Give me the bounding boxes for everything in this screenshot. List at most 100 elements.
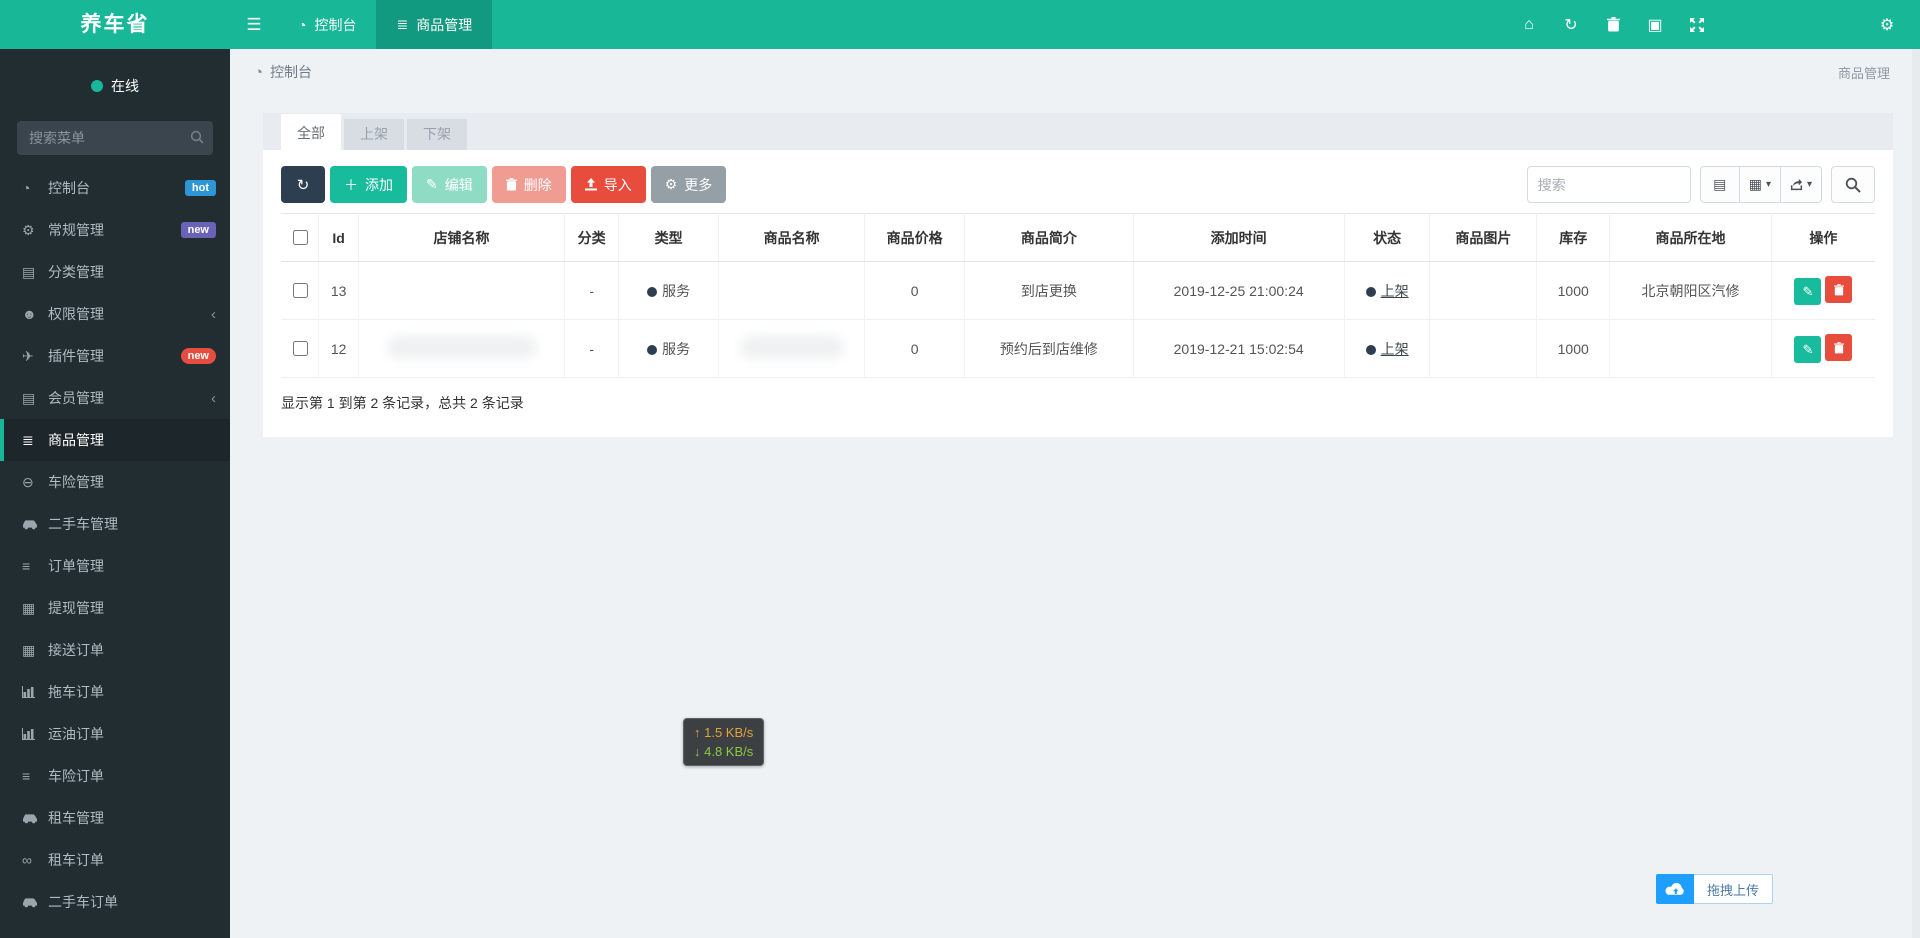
fullscreen-icon[interactable] [1676,0,1718,49]
search-button[interactable] [1831,166,1875,203]
vertical-scrollbar[interactable] [1912,49,1920,938]
table-search-input[interactable] [1526,166,1691,203]
database-icon: ≣ [396,16,409,32]
status-editable-link[interactable]: 上架 [1381,341,1409,357]
cell-id: 12 [318,319,359,378]
status-editable-link[interactable]: 上架 [1381,283,1409,299]
page-title: 商品管理 [1837,65,1890,81]
table-header-row: Id 店铺名称 分类 类型 商品名称 商品价格 商品简介 添加时间 状态 商品图… [281,213,1875,262]
sidebar-search-input[interactable] [17,121,213,155]
sidebar-item-withdraw[interactable]: ▦ 提现管理 [0,587,230,629]
sidebar-item-permission[interactable]: ☻ 权限管理 ‹ [0,293,230,335]
arrow-down-icon: ↓ [694,744,701,759]
sidebar-item-rent-order[interactable]: ∞ 租车订单 [0,839,230,881]
refresh-button[interactable]: ↻ [281,166,325,203]
edit-button[interactable]: ✎ 编辑 [412,166,487,203]
hamburger-menu-icon[interactable]: ☰ [230,0,278,49]
col-name: 商品名称 [718,213,865,262]
online-label: 在线 [111,78,139,94]
sidebar-item-dashboard[interactable]: ◔ 控制台 hot [0,167,230,209]
sidebar-item-pickup-order[interactable]: ▦ 接送订单 [0,629,230,671]
panel-body: ↻ ＋添加 ✎编辑 删除 导入 ⚙更多 ▤ ▦▾ [263,150,1893,437]
sidebar-item-insurance-order[interactable]: ≡ 车险订单 [0,755,230,797]
new-badge: new [180,348,216,364]
detail-view-button[interactable]: ▤ [1699,166,1740,203]
nav-tab-goods[interactable]: ≣ 商品管理 [376,0,493,49]
view-button-group: ▤ ▦ ▾ ▾ [1699,166,1822,203]
col-status: 状态 [1343,213,1430,262]
cell-intro: 预约后到店维修 [964,319,1134,378]
add-button[interactable]: ＋添加 [330,166,407,203]
toolbar: ↻ ＋添加 ✎编辑 删除 导入 ⚙更多 ▤ ▦▾ [281,166,1875,203]
cell-price: 0 [864,261,965,320]
sidebar-search [17,121,213,155]
cell-stock: 1000 [1536,261,1610,320]
sidebar-item-rent-car[interactable]: 租车管理 [0,797,230,839]
list-lines-icon: ≡ [22,558,31,574]
tachometer-icon: ◔ [254,63,264,81]
cell-actions: ✎ [1770,319,1875,378]
redacted-blur [386,335,537,359]
row-delete-button[interactable] [1825,276,1853,303]
tab-off-shelf[interactable]: 下架 [407,119,467,150]
refresh-icon[interactable]: ↻ [1550,0,1592,49]
redacted-blur [739,335,844,359]
sidebar-item-plugin[interactable]: ✈ 插件管理 new [0,335,230,377]
sidebar-item-general[interactable]: ⚙ 常规管理 new [0,209,230,251]
settings-gear-icon[interactable]: ⚙ [1866,0,1908,49]
col-actions: 操作 [1770,213,1875,262]
drag-upload-button[interactable]: 拖拽上传 [1656,874,1774,904]
sidebar: 养车省 在线 ◔ 控制台 hot ⚙ 常规管理 new ▤ 分类管理 ☻ 权限管… [0,0,230,938]
col-category: 分类 [564,213,619,262]
sidebar-item-member[interactable]: ▤ 会员管理 ‹ [0,377,230,419]
sidebar-item-used-car[interactable]: 二手车管理 [0,503,230,545]
row-checkbox[interactable] [292,283,308,298]
sidebar-item-tow-order[interactable]: 拖车订单 [0,671,230,713]
main-content: ◔ 控制台 商品管理 全部 上架 下架 ↻ ＋添加 ✎ 编辑 删除 导入 ⚙ 更… [230,0,1920,437]
tab-all[interactable]: 全部 [281,114,341,150]
export-dropdown-button[interactable]: ▾ [1779,166,1822,203]
row-delete-button[interactable] [1825,334,1853,361]
sidebar-item-category[interactable]: ▤ 分类管理 [0,251,230,293]
top-navbar: ☰ ◔ 控制台 ≣ 商品管理 ⌂ ↻ ▣ ⚙ [230,0,1920,49]
chevron-left-icon: ‹ [211,389,216,407]
table-row: 12 - 服务 0 预约后到店维修 2019-12-21 15:02:54 上架… [281,319,1875,378]
columns-dropdown-button[interactable]: ▦ ▾ [1738,166,1781,203]
cell-shop [357,319,565,378]
sidebar-item-order[interactable]: ≡ 订单管理 [0,545,230,587]
online-dot-icon [91,80,103,92]
row-edit-button[interactable]: ✎ [1794,278,1822,305]
row-edit-button[interactable]: ✎ [1794,336,1822,363]
sidebar-item-goods[interactable]: ≣ 商品管理 [0,419,230,461]
col-time: 添加时间 [1132,213,1345,262]
status-dot-icon [1365,286,1376,297]
app-logo: 养车省 [0,0,230,49]
import-button[interactable]: 导入 [570,166,646,203]
sidebar-item-oil-order[interactable]: 运油订单 [0,713,230,755]
cell-time: 2019-12-25 21:00:24 [1132,261,1345,320]
upload-icon [584,178,597,191]
cell-price: 0 [864,319,965,378]
sidebar-item-used-car-order[interactable]: 二手车订单 [0,881,230,923]
sidebar-item-car-insurance[interactable]: ⊖ 车险管理 [0,461,230,503]
home-icon[interactable]: ⌂ [1508,0,1550,49]
database-icon: ≣ [22,431,34,448]
paper-plane-icon: ✈ [22,347,34,364]
trash-icon[interactable] [1592,0,1634,49]
select-all-checkbox[interactable] [292,230,308,245]
nav-tab-dashboard[interactable]: ◔ 控制台 [278,0,376,49]
row-checkbox[interactable] [292,341,308,356]
list-lines-icon: ≡ [22,768,31,784]
clear-cache-icon[interactable]: ▣ [1634,0,1676,49]
chevron-left-icon: ‹ [211,305,216,323]
breadcrumb-current[interactable]: 控制台 [270,62,312,82]
toolbar-right: ▤ ▦▾ ▾ [1526,166,1875,203]
cell-time: 2019-12-21 15:02:54 [1132,319,1345,378]
sidebar-menu: ◔ 控制台 hot ⚙ 常规管理 new ▤ 分类管理 ☻ 权限管理 ‹ ✈ 插… [0,167,230,923]
new-badge: new [180,222,216,238]
col-id: Id [318,213,359,262]
more-button[interactable]: ⚙ 更多 [650,166,727,203]
tab-on-shelf[interactable]: 上架 [344,119,404,150]
table-row: 13 - 服务 0 到店更换 2019-12-25 21:00:24 上架 10… [281,261,1875,320]
delete-button[interactable]: 删除 [491,166,566,203]
